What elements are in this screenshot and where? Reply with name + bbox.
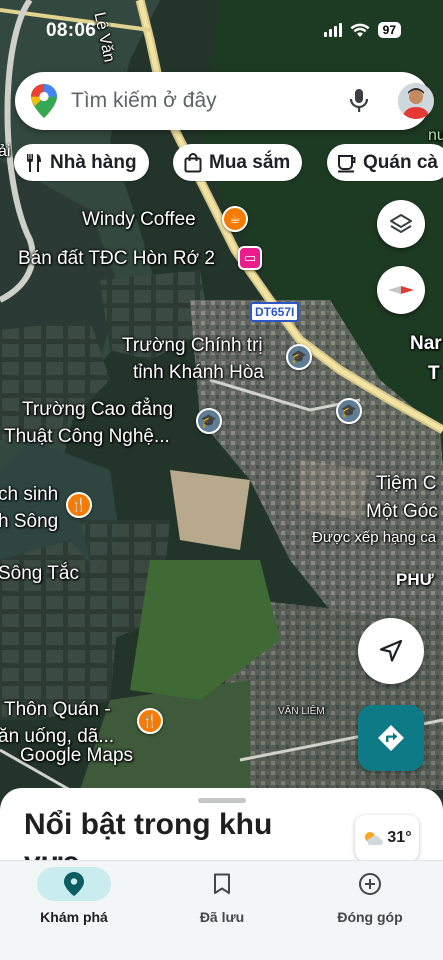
avatar-image bbox=[398, 83, 434, 119]
profile-avatar[interactable] bbox=[398, 83, 434, 119]
place-label-nam-2: T bbox=[428, 363, 440, 384]
microphone-icon[interactable] bbox=[347, 88, 371, 114]
place-label-truong-chinh-tri[interactable]: Trường Chính trị bbox=[122, 334, 263, 358]
chip-label: Nhà hàng bbox=[50, 151, 137, 173]
coffee-cup-icon bbox=[338, 154, 356, 172]
place-label-phuoc: PHƯ bbox=[396, 570, 434, 589]
my-location-button[interactable] bbox=[358, 618, 424, 684]
directions-button[interactable] bbox=[358, 705, 424, 771]
battery-indicator: 97 bbox=[377, 22, 401, 38]
place-label-rating: Được xếp hạng ca bbox=[312, 529, 437, 546]
place-label-truong-cao-dang[interactable]: Trường Cao đẳng bbox=[22, 398, 173, 422]
chip-label: Quán cà bbox=[363, 151, 438, 173]
google-maps-logo-icon bbox=[31, 84, 57, 118]
compass-button[interactable] bbox=[377, 266, 425, 314]
hotel-pin-icon[interactable]: ▭ bbox=[238, 246, 262, 270]
nav-explore-icon-wrap bbox=[37, 867, 111, 901]
status-bar: 08:06 97 bbox=[0, 0, 443, 56]
weather-chip[interactable]: 31° bbox=[355, 815, 419, 861]
directions-icon bbox=[378, 725, 404, 751]
layers-button[interactable] bbox=[377, 200, 425, 248]
category-chips: Nhà hàng Mua sắm Quán cà bbox=[14, 144, 443, 182]
place-label-truong-chinh-tri-2[interactable]: tỉnh Khánh Hòa bbox=[133, 361, 264, 385]
school-pin-icon[interactable]: 🎓 bbox=[196, 408, 222, 434]
place-label-mot-goc[interactable]: Một Góc bbox=[366, 500, 438, 524]
nav-label: Khám phá bbox=[40, 909, 108, 925]
place-label-left-edge: ải bbox=[0, 143, 11, 160]
chip-shopping[interactable]: Mua sắm bbox=[173, 144, 303, 181]
chip-coffee[interactable]: Quán cà bbox=[327, 144, 443, 181]
place-label-truong-cao-dang-2[interactable]: Thuật Công Nghệ... bbox=[4, 425, 170, 449]
explore-pin-icon bbox=[64, 872, 84, 896]
place-label-van-liem: VĂN LIÊM bbox=[278, 706, 325, 717]
place-label-thon-quan[interactable]: Thôn Quán - bbox=[4, 698, 111, 722]
place-label-nam: Nar bbox=[410, 333, 442, 354]
search-bar[interactable] bbox=[15, 72, 434, 130]
nav-label: Đã lưu bbox=[199, 909, 245, 925]
bottom-navigation: Khám phá Đã lưu Đóng góp bbox=[0, 860, 443, 960]
restaurant-pin-icon[interactable]: 🍴 bbox=[66, 492, 92, 518]
school-pin-icon[interactable]: 🎓 bbox=[286, 344, 312, 370]
chip-restaurants[interactable]: Nhà hàng bbox=[14, 144, 149, 181]
nav-saved[interactable]: Đã lưu bbox=[148, 861, 296, 960]
nav-contribute[interactable]: Đóng góp bbox=[296, 861, 443, 960]
nav-contribute-icon-wrap bbox=[333, 867, 407, 901]
place-label-windy-coffee[interactable]: Windy Coffee bbox=[82, 208, 196, 232]
bookmark-icon bbox=[214, 873, 230, 894]
status-icons: 97 bbox=[323, 22, 401, 38]
school-pin-icon[interactable]: 🎓 bbox=[336, 398, 362, 424]
cellular-signal-icon bbox=[323, 23, 342, 37]
coffee-pin-icon[interactable]: ☕ bbox=[222, 206, 248, 232]
nav-saved-icon-wrap bbox=[185, 867, 259, 901]
fork-knife-icon bbox=[27, 153, 41, 172]
place-label-song-tac: Sông Tắc bbox=[0, 563, 79, 584]
search-input[interactable] bbox=[71, 86, 321, 116]
add-circle-icon bbox=[359, 873, 381, 895]
wifi-icon bbox=[350, 23, 370, 37]
sheet-drag-handle[interactable] bbox=[198, 798, 246, 803]
chip-label: Mua sắm bbox=[209, 151, 291, 173]
google-maps-watermark: Google Maps bbox=[20, 745, 134, 766]
temperature: 31° bbox=[387, 829, 412, 846]
status-time: 08:06 bbox=[46, 20, 97, 41]
nav-explore[interactable]: Khám phá bbox=[0, 861, 148, 960]
nav-label: Đóng góp bbox=[337, 909, 403, 925]
restaurant-pin-icon[interactable]: 🍴 bbox=[137, 708, 163, 734]
navigation-arrow-icon bbox=[379, 639, 403, 662]
place-label-tiem[interactable]: Tiệm C bbox=[376, 472, 437, 496]
compass-icon bbox=[388, 286, 414, 294]
place-label-ban-dat[interactable]: Bán đất TĐC Hòn Rớ 2 bbox=[18, 247, 215, 271]
shopping-bag-icon bbox=[184, 152, 202, 172]
road-shield: DT657I bbox=[250, 302, 300, 322]
place-label-ech-sinh[interactable]: ch sinh bbox=[0, 483, 58, 507]
place-label-song[interactable]: h Sông bbox=[0, 510, 58, 534]
partly-sunny-icon bbox=[365, 832, 384, 845]
layers-icon bbox=[390, 214, 412, 233]
